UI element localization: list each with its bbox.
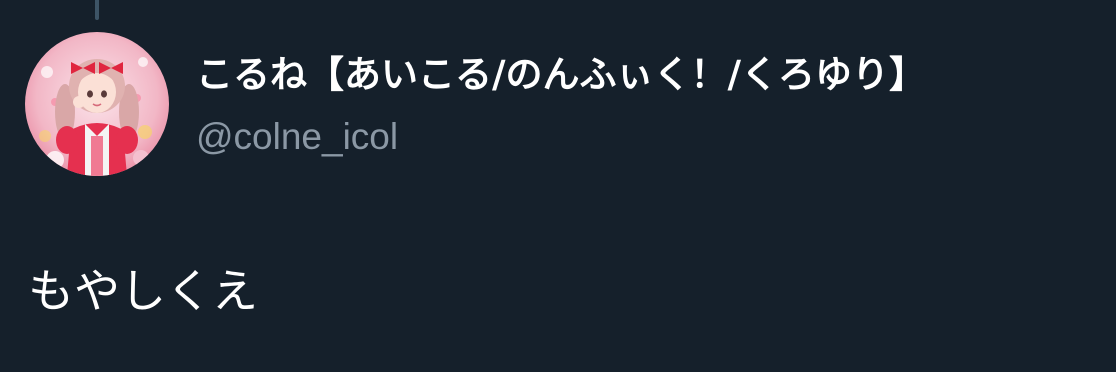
tweet-text: もやしくえ (28, 264, 258, 318)
author-display-name[interactable]: こるね【あいこる/のんふぃく！/くろゆり】 (196, 50, 926, 100)
author-handle[interactable]: @colne_icol (196, 112, 398, 162)
thread-connector-line (95, 0, 99, 20)
avatar[interactable] (25, 32, 169, 176)
avatar-photo-icon (25, 32, 169, 176)
